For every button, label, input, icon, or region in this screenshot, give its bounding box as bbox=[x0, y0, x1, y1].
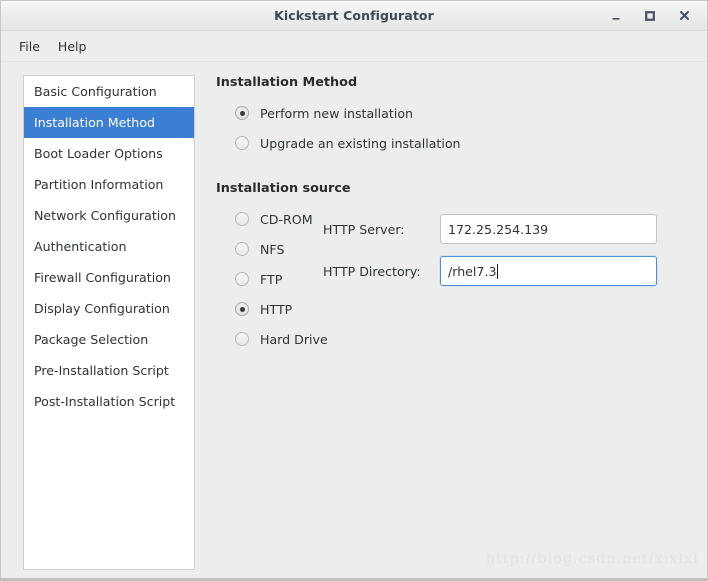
text-caret bbox=[497, 263, 499, 279]
radio-indicator-cdrom[interactable] bbox=[235, 212, 249, 226]
window-title: Kickstart Configurator bbox=[274, 8, 434, 23]
http-fields-group: HTTP Server: 172.25.254.139 HTTP Directo… bbox=[323, 214, 657, 298]
sidebar-item-partition-information[interactable]: Partition Information bbox=[24, 169, 194, 200]
close-button[interactable] bbox=[667, 1, 701, 30]
sidebar-item-pre-installation-script[interactable]: Pre-Installation Script bbox=[24, 355, 194, 386]
radio-label-perform-new-installation: Perform new installation bbox=[260, 105, 414, 121]
menu-file[interactable]: File bbox=[10, 36, 49, 57]
sidebar-item-basic-configuration[interactable]: Basic Configuration bbox=[24, 76, 194, 107]
radio-label-cdrom: CD-ROM bbox=[260, 211, 313, 227]
http-directory-label: HTTP Directory: bbox=[323, 263, 421, 279]
title-bar: Kickstart Configurator bbox=[1, 1, 707, 31]
radio-indicator-http[interactable] bbox=[235, 302, 249, 316]
main-panel: Installation Method Perform new installa… bbox=[195, 75, 707, 578]
http-server-input[interactable]: 172.25.254.139 bbox=[440, 214, 657, 244]
radio-indicator-hard-drive[interactable] bbox=[235, 332, 249, 346]
http-server-label: HTTP Server: bbox=[323, 221, 405, 237]
sidebar-item-post-installation-script[interactable]: Post-Installation Script bbox=[24, 386, 194, 417]
http-directory-value: /rhel7.3 bbox=[448, 263, 497, 279]
http-server-row: HTTP Server: 172.25.254.139 bbox=[323, 214, 657, 244]
radio-label-upgrade-existing-installation: Upgrade an existing installation bbox=[260, 135, 461, 151]
watermark-text: http://blog.csdn.net/xixlxl bbox=[485, 551, 699, 567]
sidebar-item-display-configuration[interactable]: Display Configuration bbox=[24, 293, 194, 324]
menu-help[interactable]: Help bbox=[49, 36, 96, 57]
sidebar-item-firewall-configuration[interactable]: Firewall Configuration bbox=[24, 262, 194, 293]
radio-indicator-nfs[interactable] bbox=[235, 242, 249, 256]
navigation-sidebar: Basic Configuration Installation Method … bbox=[23, 75, 195, 570]
sidebar-item-installation-method[interactable]: Installation Method bbox=[24, 107, 194, 138]
sidebar-item-network-configuration[interactable]: Network Configuration bbox=[24, 200, 194, 231]
maximize-button[interactable] bbox=[633, 1, 667, 30]
menu-bar: File Help bbox=[1, 31, 707, 62]
radio-indicator-perform-new-installation[interactable] bbox=[235, 106, 249, 120]
installation-method-heading: Installation Method bbox=[216, 75, 358, 90]
radio-indicator-ftp[interactable] bbox=[235, 272, 249, 286]
radio-label-hard-drive: Hard Drive bbox=[260, 331, 328, 347]
close-icon bbox=[679, 10, 689, 21]
radio-label-ftp: FTP bbox=[260, 271, 283, 287]
radio-indicator-upgrade-existing-installation[interactable] bbox=[235, 136, 249, 150]
sidebar-item-package-selection[interactable]: Package Selection bbox=[24, 324, 194, 355]
minimize-button[interactable] bbox=[599, 1, 633, 30]
radio-upgrade-existing-installation[interactable]: Upgrade an existing installation bbox=[216, 128, 691, 158]
radio-http[interactable]: HTTP bbox=[216, 294, 691, 324]
minimize-icon bbox=[612, 17, 620, 20]
radio-label-nfs: NFS bbox=[260, 241, 285, 257]
radio-hard-drive[interactable]: Hard Drive bbox=[216, 324, 691, 354]
window-controls bbox=[599, 1, 701, 30]
sidebar-item-authentication[interactable]: Authentication bbox=[24, 231, 194, 262]
radio-label-http: HTTP bbox=[260, 301, 293, 317]
installation-source-heading: Installation source bbox=[216, 181, 351, 196]
sidebar-item-boot-loader-options[interactable]: Boot Loader Options bbox=[24, 138, 194, 169]
maximize-icon bbox=[645, 10, 655, 21]
http-directory-row: HTTP Directory: /rhel7.3 bbox=[323, 256, 657, 286]
application-window: Kickstart Configurator File Help Basic C… bbox=[0, 0, 708, 581]
http-server-value: 172.25.254.139 bbox=[448, 221, 549, 237]
content-area: Basic Configuration Installation Method … bbox=[1, 62, 707, 578]
sidebar-list: Basic Configuration Installation Method … bbox=[24, 76, 194, 417]
http-directory-input[interactable]: /rhel7.3 bbox=[440, 256, 657, 286]
radio-perform-new-installation[interactable]: Perform new installation bbox=[216, 98, 691, 128]
